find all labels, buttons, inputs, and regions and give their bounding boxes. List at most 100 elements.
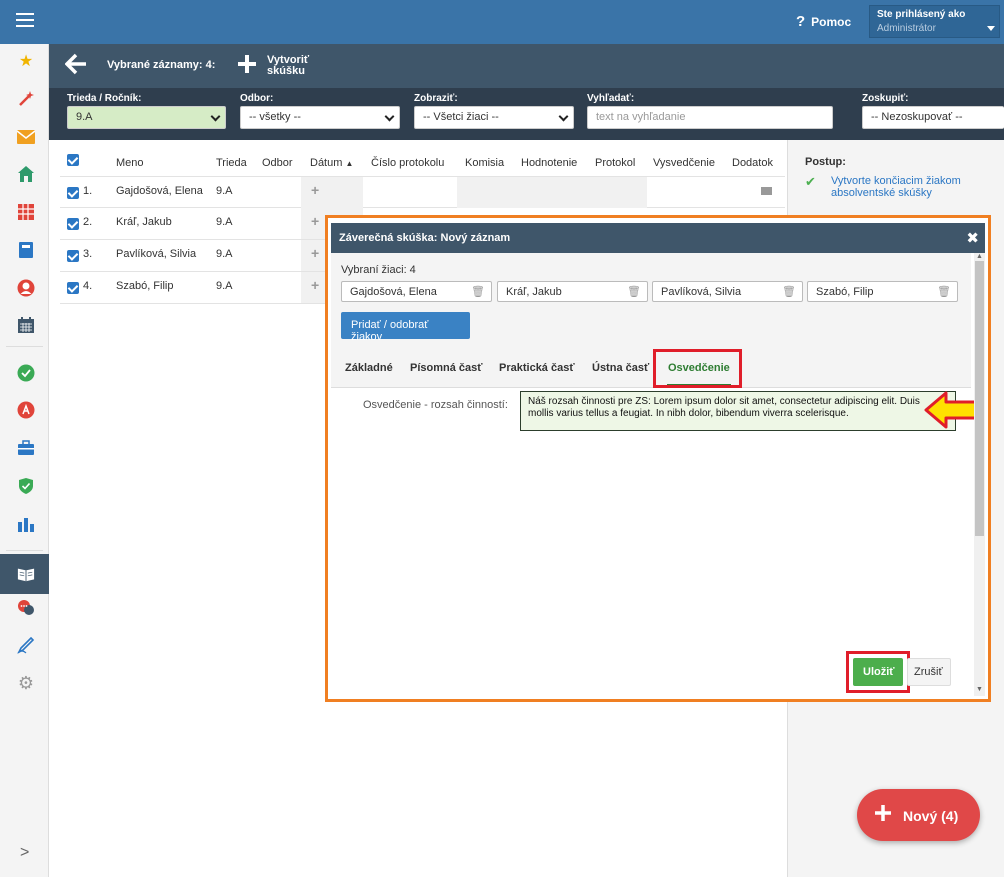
column-header-date[interactable]: Dátum ▲ <box>310 157 353 169</box>
scroll-down-icon[interactable]: ▼ <box>976 686 983 693</box>
column-header-commission[interactable]: Komisia <box>465 157 504 169</box>
new-record-button[interactable]: Nový (4) <box>857 789 980 841</box>
grade-icon[interactable] <box>17 401 35 419</box>
open-book-icon[interactable] <box>17 565 35 583</box>
sidebar-divider <box>6 346 43 347</box>
help-icon: ? <box>796 13 806 30</box>
top-bar: ? Pomoc Ste prihlásený ako Administrátor <box>0 0 1004 44</box>
trash-icon[interactable]: 🗑 <box>937 285 951 298</box>
scroll-up-icon[interactable]: ▲ <box>976 253 983 260</box>
calendar-icon[interactable] <box>17 316 35 334</box>
select-all-checkbox[interactable] <box>67 154 79 166</box>
add-remove-students-button[interactable]: Pridať / odobrať žiakov <box>341 312 470 343</box>
tab-oral[interactable]: Ústna časť <box>592 362 649 374</box>
row-shade <box>457 177 647 208</box>
home-icon[interactable] <box>17 165 35 183</box>
column-header-protocol-number[interactable]: Číslo protokolu <box>371 157 444 169</box>
row-checkbox[interactable] <box>67 218 79 230</box>
user-role: Administrátor <box>877 23 936 34</box>
star-icon[interactable]: ★ <box>17 52 35 70</box>
column-header-certificate[interactable]: Vysvedčenie <box>653 157 715 169</box>
arrow-left-icon <box>924 391 978 429</box>
modal-scrollbar[interactable]: ▲ ▼ <box>974 253 985 696</box>
sort-asc-icon: ▲ <box>345 159 354 168</box>
row-number: 3. <box>83 248 93 260</box>
tab-basic[interactable]: Základné <box>345 362 393 374</box>
row-number: 1. <box>83 185 93 197</box>
caret-down-icon <box>987 26 995 31</box>
chevron-right-icon[interactable]: > <box>20 844 29 862</box>
row-checkbox[interactable] <box>67 187 79 199</box>
column-header-protocol[interactable]: Protokol <box>595 157 635 169</box>
bar-chart-icon[interactable] <box>17 515 35 533</box>
back-arrow-icon[interactable] <box>64 53 87 79</box>
table-row[interactable]: 1. Gajdošová, Elena 9.A + <box>60 176 785 208</box>
row-checkbox[interactable] <box>67 250 79 262</box>
student-chip: Gajdošová, Elena 🗑 <box>341 281 492 302</box>
row-number: 4. <box>83 280 93 292</box>
cancel-button[interactable]: Zrušiť <box>907 658 951 686</box>
student-class: 9.A <box>216 280 233 292</box>
chevron-down-icon <box>210 111 221 122</box>
class-filter-label: Trieda / Ročník: <box>67 93 142 104</box>
class-filter-select[interactable]: 9.A <box>67 106 226 129</box>
grid-icon[interactable] <box>17 203 35 221</box>
student-chip-label: Pavlíková, Silvia <box>661 286 742 298</box>
user-menu[interactable]: Ste prihlásený ako Administrátor <box>869 5 1000 38</box>
group-filter-label: Zoskupiť: <box>862 93 909 104</box>
column-header-name[interactable]: Meno <box>116 157 144 169</box>
step-link[interactable]: Vytvorte končiacim žiakom absolventské s… <box>831 175 981 199</box>
column-header-supplement[interactable]: Dodatok <box>732 157 773 169</box>
mail-icon[interactable] <box>17 128 35 146</box>
column-header-class[interactable]: Trieda <box>216 157 247 169</box>
add-date-icon[interactable]: + <box>311 245 319 261</box>
save-button[interactable]: Uložiť <box>853 658 903 686</box>
help-button[interactable]: ? Pomoc <box>796 13 851 30</box>
magic-wand-icon[interactable] <box>17 90 35 108</box>
tab-written[interactable]: Písomná časť <box>410 362 483 374</box>
user-icon[interactable] <box>17 279 35 297</box>
show-filter-label: Zobraziť: <box>414 93 458 104</box>
check-circle-icon[interactable] <box>17 364 35 382</box>
student-class: 9.A <box>216 216 233 228</box>
student-name: Pavlíková, Silvia <box>116 248 197 260</box>
trash-icon[interactable]: 🗑 <box>627 285 641 298</box>
column-header-field[interactable]: Odbor <box>262 157 293 169</box>
chat-icon[interactable] <box>17 599 35 617</box>
add-date-icon[interactable]: + <box>311 182 319 198</box>
student-chip: Kráľ, Jakub 🗑 <box>497 281 648 302</box>
briefcase-icon[interactable] <box>17 439 35 457</box>
help-label: Pomoc <box>811 15 852 29</box>
search-label: Vyhľadať: <box>587 93 635 104</box>
search-input[interactable]: text na vyhľadanie <box>587 106 833 129</box>
row-checkbox[interactable] <box>67 282 79 294</box>
add-date-icon[interactable]: + <box>311 277 319 293</box>
pen-icon[interactable] <box>17 636 35 654</box>
show-filter-select[interactable]: -- Všetci žiaci -- <box>414 106 574 129</box>
add-date-icon[interactable]: + <box>311 213 319 229</box>
hamburger-menu-icon[interactable] <box>16 13 34 29</box>
group-filter-value: -- Nezoskupovať -- <box>871 111 963 123</box>
filter-bar: Trieda / Ročník: 9.A Odbor: -- všetky --… <box>49 88 1004 140</box>
book-icon[interactable] <box>17 241 35 259</box>
steps-title: Postup: <box>805 156 846 168</box>
field-filter-select[interactable]: -- všetky -- <box>240 106 400 129</box>
trash-icon[interactable]: 🗑 <box>471 285 485 298</box>
new-record-label: Nový (4) <box>903 808 959 824</box>
scroll-thumb[interactable] <box>975 261 984 536</box>
show-filter-value: -- Všetci žiaci -- <box>423 111 499 123</box>
close-icon[interactable]: ✖ <box>966 229 979 247</box>
column-header-evaluation[interactable]: Hodnotenie <box>521 157 577 169</box>
gear-icon[interactable]: ⚙ <box>17 673 35 693</box>
certificate-scope-label: Osvedčenie - rozsah činností: <box>363 399 508 411</box>
group-filter-select[interactable]: -- Nezoskupovať -- <box>862 106 1004 129</box>
student-chip-label: Gajdošová, Elena <box>350 286 437 298</box>
trash-icon[interactable]: 🗑 <box>782 285 796 298</box>
student-chip-label: Kráľ, Jakub <box>506 286 562 298</box>
class-filter-value: 9.A <box>76 111 93 123</box>
tab-practical[interactable]: Praktická časť <box>499 362 575 374</box>
certificate-scope-textarea[interactable]: Náš rozsah činnosti pre ZS: Lorem ipsum … <box>520 391 956 431</box>
selected-students-section: Vybraní žiaci: 4 Gajdošová, Elena 🗑 Kráľ,… <box>331 253 971 348</box>
document-icon[interactable] <box>761 187 772 195</box>
shield-icon[interactable] <box>17 477 35 495</box>
